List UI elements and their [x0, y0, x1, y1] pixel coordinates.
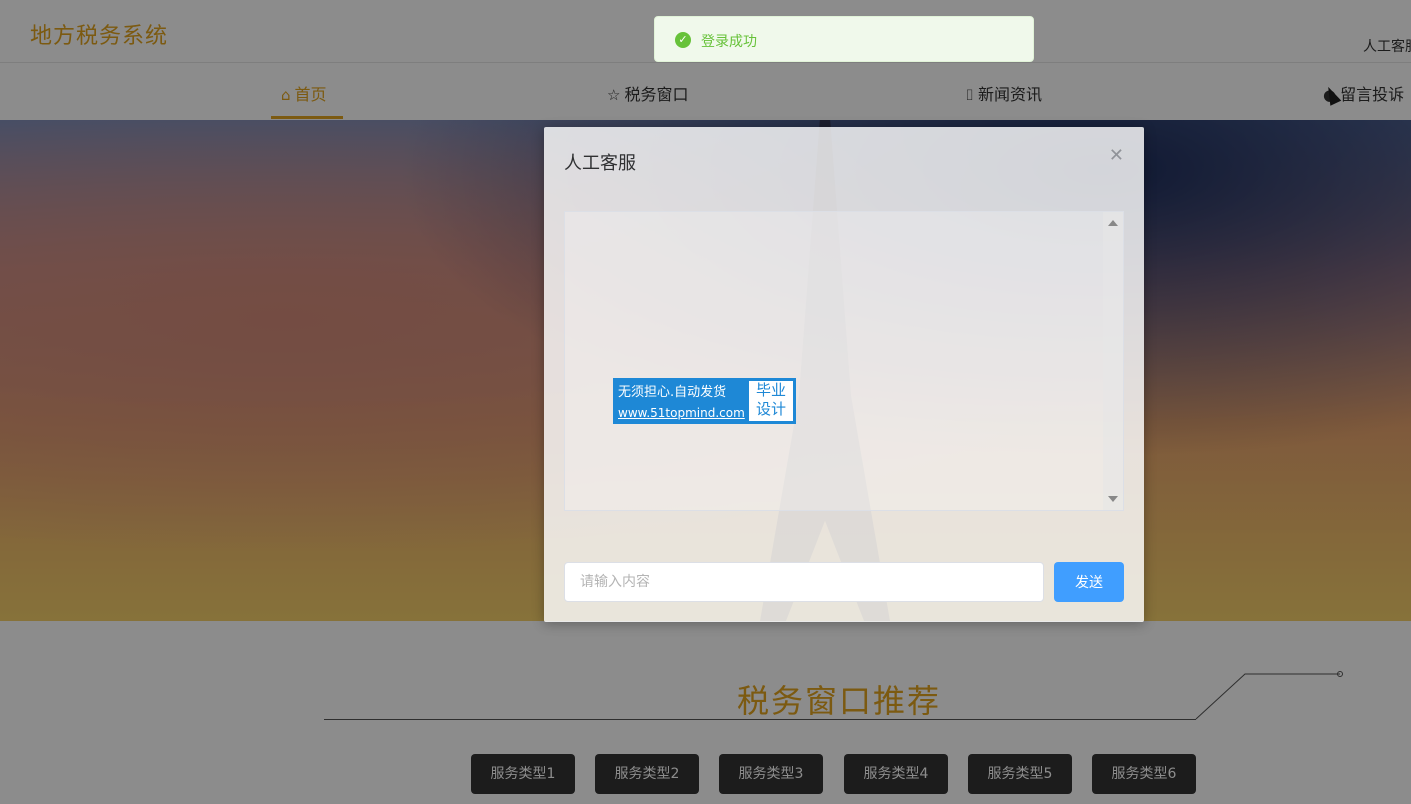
success-toast: ✓ 登录成功: [654, 16, 1034, 62]
close-icon[interactable]: ✕: [1109, 145, 1124, 166]
message-input[interactable]: [564, 562, 1044, 602]
watermark-line1: 无须担心.自动发货: [618, 385, 727, 400]
dialog-title: 人工客服: [564, 153, 636, 174]
toast-message: 登录成功: [701, 34, 757, 50]
chat-history[interactable]: [564, 211, 1124, 511]
watermark-logo: 无须担心.自动发货 www.51topmind.com 毕业设计: [613, 378, 796, 424]
watermark-badge: 毕业设计: [749, 381, 793, 421]
check-circle-icon: ✓: [675, 32, 691, 48]
scroll-up-arrow-icon[interactable]: [1108, 220, 1118, 226]
watermark-text: 无须担心.自动发货 www.51topmind.com: [618, 383, 745, 423]
scroll-down-arrow-icon[interactable]: [1108, 496, 1118, 502]
chat-scrollbar[interactable]: [1103, 212, 1123, 510]
send-button[interactable]: 发送: [1054, 562, 1124, 602]
customer-service-dialog: 人工客服 ✕ 发送: [544, 127, 1144, 622]
watermark-line2: www.51topmind.com: [618, 406, 745, 420]
